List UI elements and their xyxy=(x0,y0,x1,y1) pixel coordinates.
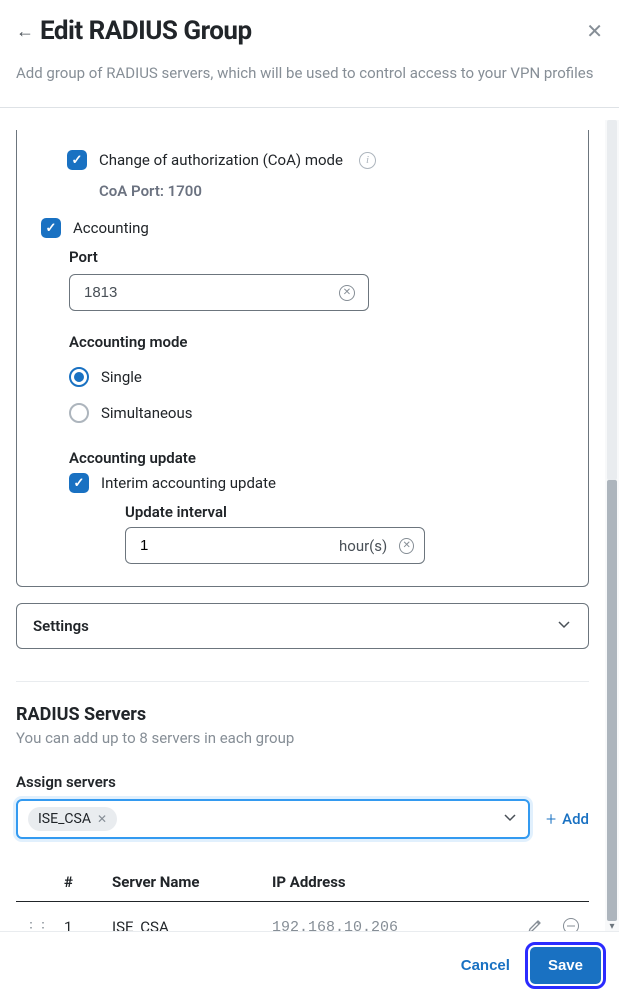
scrollbar-thumb[interactable] xyxy=(607,480,617,921)
radio-simultaneous-row[interactable]: Simultaneous xyxy=(69,395,564,431)
coa-port-label: CoA Port: 1700 xyxy=(99,182,564,200)
radius-servers-section: RADIUS Servers You can add up to 8 serve… xyxy=(16,704,589,931)
accounting-update-section: Accounting update Interim accounting upd… xyxy=(69,449,564,564)
dialog-footer: Cancel Save xyxy=(0,931,619,999)
assign-label: Assign servers xyxy=(16,773,589,791)
scrollbar-track: ▴ ▾ xyxy=(605,120,619,931)
plus-icon: + xyxy=(546,809,556,830)
accounting-mode-group: Single Simultaneous xyxy=(69,359,564,431)
coa-checkbox[interactable] xyxy=(67,150,87,170)
servers-title: RADIUS Servers xyxy=(16,704,589,725)
port-label: Port xyxy=(69,248,564,266)
edit-icon[interactable] xyxy=(525,916,545,931)
interim-label: Interim accounting update xyxy=(101,474,276,492)
radio-simultaneous[interactable] xyxy=(69,403,89,423)
remove-icon[interactable] xyxy=(561,916,581,931)
back-arrow-icon[interactable]: ← xyxy=(16,21,34,42)
row-num: 1 xyxy=(56,902,104,932)
table-row: ⋮⋮ 1 ISE_CSA 192.168.10.206 xyxy=(16,902,589,932)
radio-simultaneous-label: Simultaneous xyxy=(101,404,193,422)
radio-single[interactable] xyxy=(69,367,89,387)
chevron-down-icon xyxy=(502,809,518,829)
col-ip: IP Address xyxy=(264,863,517,902)
chip-label: ISE_CSA xyxy=(38,811,91,827)
coa-checkbox-row: Change of authorization (CoA) mode i xyxy=(67,150,564,170)
server-chip: ISE_CSA ✕ xyxy=(28,807,117,831)
info-icon[interactable]: i xyxy=(359,152,376,169)
interim-checkbox[interactable] xyxy=(69,473,89,493)
servers-subtitle: You can add up to 8 servers in each grou… xyxy=(16,729,589,747)
drag-handle-icon[interactable]: ⋮⋮ xyxy=(24,920,48,931)
cancel-button[interactable]: Cancel xyxy=(453,947,518,984)
section-divider xyxy=(16,681,589,682)
interval-input-wrap: hour(s) ✕ xyxy=(125,527,425,564)
col-drag xyxy=(16,863,56,902)
coa-label: Change of authorization (CoA) mode xyxy=(99,151,343,169)
assign-servers-select[interactable]: ISE_CSA ✕ xyxy=(16,799,530,839)
servers-table: # Server Name IP Address ⋮⋮ 1 ISE_CSA 19… xyxy=(16,863,589,931)
settings-label: Settings xyxy=(33,617,89,635)
interval-input[interactable] xyxy=(140,532,339,559)
dialog-subtitle: Add group of RADIUS servers, which will … xyxy=(16,62,603,85)
col-name: Server Name xyxy=(104,863,264,902)
chip-remove-icon[interactable]: ✕ xyxy=(97,812,107,826)
clear-port-icon[interactable]: ✕ xyxy=(339,285,355,301)
scroll-area: Change of authorization (CoA) mode i CoA… xyxy=(0,120,605,931)
port-input[interactable] xyxy=(69,274,369,311)
chevron-down-icon xyxy=(556,616,572,636)
row-ip: 192.168.10.206 xyxy=(264,902,517,932)
radio-single-label: Single xyxy=(101,368,142,386)
radio-single-row[interactable]: Single xyxy=(69,359,564,395)
accounting-update-label: Accounting update xyxy=(69,449,564,467)
close-icon[interactable]: ✕ xyxy=(586,19,603,43)
save-button[interactable]: Save xyxy=(530,947,601,984)
settings-expander[interactable]: Settings xyxy=(16,603,589,649)
config-panel: Change of authorization (CoA) mode i CoA… xyxy=(16,130,589,587)
row-name: ISE_CSA xyxy=(104,902,264,932)
dialog-title: Edit RADIUS Group xyxy=(40,16,252,46)
col-num: # xyxy=(56,863,104,902)
add-server-button[interactable]: + Add xyxy=(546,809,589,830)
accounting-label: Accounting xyxy=(73,219,149,237)
divider xyxy=(0,107,619,108)
accounting-mode-label: Accounting mode xyxy=(69,333,564,351)
accounting-checkbox-row: Accounting xyxy=(41,218,564,238)
interval-unit: hour(s) xyxy=(339,537,387,555)
add-label: Add xyxy=(562,810,589,828)
scrollbar-gap xyxy=(607,120,617,480)
accounting-checkbox[interactable] xyxy=(41,218,61,238)
clear-interval-icon[interactable]: ✕ xyxy=(399,538,414,554)
interval-label: Update interval xyxy=(125,503,564,521)
dialog-header: ← Edit RADIUS Group ✕ Add group of RADIU… xyxy=(0,0,619,93)
